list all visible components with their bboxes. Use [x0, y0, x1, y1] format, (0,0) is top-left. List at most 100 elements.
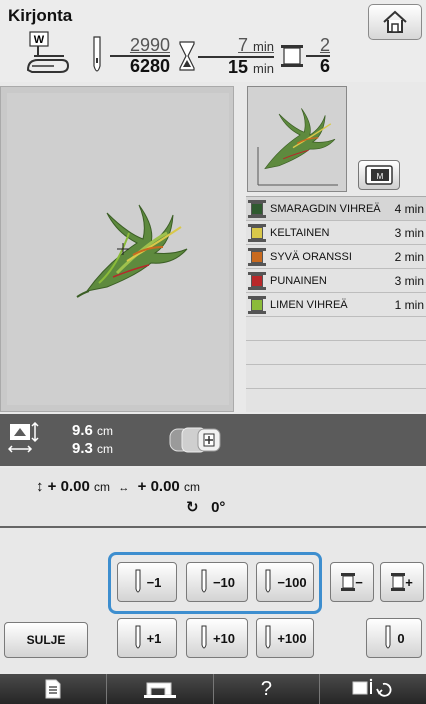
needle-icon [135, 569, 141, 593]
thread-name: SYVÄ ORANSSI [270, 250, 352, 263]
svg-text:M: M [377, 172, 384, 181]
machine-info-icon [352, 678, 392, 697]
thread-row[interactable]: SMARAGDIN VIHREÄ 4 min [246, 197, 426, 221]
needle-back-1-button[interactable]: −1 [117, 562, 177, 602]
time-count: 7 min 15 min [198, 36, 274, 78]
needle-back-1-label: −1 [146, 574, 162, 590]
color-count: 2 6 [306, 36, 330, 76]
presser-foot-icon: W [26, 31, 70, 73]
document-button[interactable] [0, 674, 107, 704]
needle-forward-100-label: +100 [277, 630, 307, 646]
needle-forward-100-button[interactable]: +100 [256, 618, 314, 658]
thread-spool-icon [248, 223, 266, 242]
needle-reset-button[interactable]: 0 [366, 618, 422, 658]
header: Kirjonta W 2990 6280 7 min 15 min 2 6 [0, 0, 426, 82]
thread-name: PUNAINEN [270, 274, 327, 287]
hourglass-icon [179, 41, 195, 71]
thread-name: LIMEN VIHREÄ [270, 298, 348, 311]
frame-display-button[interactable]: M [358, 160, 400, 190]
thread-row-empty [246, 341, 426, 365]
needle-forward-10-label: +10 [212, 630, 236, 646]
thread-time: 1 min [394, 297, 424, 312]
needle-icon [265, 625, 271, 649]
thread-time: 3 min [394, 225, 424, 240]
sewing-machine-button[interactable] [106, 674, 214, 704]
embroidery-frame-icon: M [365, 165, 393, 185]
needle-forward-10-button[interactable]: +10 [186, 618, 248, 658]
needle-icon [93, 36, 101, 72]
needle-back-100-label: −100 [277, 574, 307, 590]
color-current: 2 [319, 35, 330, 55]
needle-forward-1-button[interactable]: +1 [117, 618, 177, 658]
needle-back-10-label: −10 [212, 574, 236, 590]
horizontal-arrow-icon: ↔ [118, 482, 130, 494]
thread-row-empty [246, 317, 426, 341]
position-x: + 0.00 [137, 478, 180, 495]
time-unit: min [253, 39, 274, 54]
thread-time: 3 min [394, 273, 424, 288]
embroidery-preview[interactable] [0, 86, 234, 412]
needle-icon [265, 569, 271, 593]
design-thumbnail-image [257, 108, 338, 186]
sewing-machine-icon [143, 682, 176, 698]
help-icon: ? [260, 677, 272, 700]
position-y: + 0.00 [47, 478, 90, 495]
thread-spool-icon [341, 573, 356, 591]
vertical-arrow-icon: ↕ [36, 478, 44, 495]
stitch-total: 6280 [110, 55, 170, 76]
thread-row[interactable]: PUNAINEN 3 min [246, 269, 426, 293]
position-y-unit: cm [93, 480, 110, 494]
bobbin-icon [169, 427, 221, 453]
thread-back-button[interactable]: − [330, 562, 374, 602]
thread-spool-icon [281, 45, 303, 67]
needle-icon [201, 625, 207, 649]
thread-time: 2 min [394, 249, 424, 264]
stitch-count: 2990 6280 [110, 36, 170, 76]
thread-row[interactable]: SYVÄ ORANSSI 2 min [246, 245, 426, 269]
thread-spool-icon [248, 199, 266, 218]
presser-foot-letter: W [34, 34, 45, 46]
thread-forward-button[interactable]: + [380, 562, 424, 602]
thread-spool-icon [248, 247, 266, 266]
thread-back-label: − [355, 574, 363, 590]
thread-spool-icon [391, 573, 406, 591]
rotation-angle: 0° [211, 499, 226, 516]
design-height-unit: cm [97, 424, 114, 438]
position-info: ↕ + 0.00 cm ↔ + 0.00 cm ↻ 0° [0, 468, 426, 528]
needle-reset-label: 0 [397, 630, 405, 646]
page-title: Kirjonta [8, 6, 73, 25]
design-thumbnail [247, 86, 347, 192]
design-height: 9.6 [72, 422, 93, 439]
home-icon [383, 10, 407, 33]
color-total: 6 [306, 55, 330, 76]
design-size-bar: 9.6 cm 9.3 cm [0, 414, 426, 466]
needle-icon [201, 569, 207, 593]
design-size-icon [8, 422, 39, 453]
thread-row[interactable]: LIMEN VIHREÄ 1 min [246, 293, 426, 317]
thread-spool-icon [248, 295, 266, 314]
time-unit-total: min [253, 61, 274, 76]
thread-color-list[interactable]: SMARAGDIN VIHREÄ 4 min KELTAINEN 3 min S… [246, 196, 426, 412]
bottom-toolbar: ? [0, 674, 426, 704]
close-button[interactable]: SULJE [4, 622, 88, 658]
machine-info-button[interactable] [320, 674, 426, 704]
thread-time: 4 min [394, 201, 424, 216]
time-current: 7 [238, 35, 249, 55]
needle-forward-1-label: +1 [146, 630, 162, 646]
time-total: 15 [228, 57, 249, 77]
thread-row[interactable]: KELTAINEN 3 min [246, 221, 426, 245]
needle-back-10-button[interactable]: −10 [186, 562, 248, 602]
needle-back-100-button[interactable]: −100 [256, 562, 314, 602]
design-size-values: 9.6 cm 9.3 cm [72, 422, 113, 458]
thread-name: KELTAINEN [270, 226, 330, 239]
rotate-icon: ↻ [186, 499, 199, 516]
needle-icon [385, 625, 391, 649]
stitch-navigation-panel: −1 −10 −100 − + SULJE +1 +10 +100 0 [0, 530, 426, 672]
needle-icon [135, 625, 141, 649]
help-button[interactable]: ? [213, 674, 321, 704]
thread-forward-label: + [405, 574, 413, 590]
position-x-unit: cm [183, 480, 200, 494]
home-button[interactable] [368, 4, 422, 40]
document-icon [45, 679, 61, 699]
design-width-unit: cm [97, 442, 114, 456]
